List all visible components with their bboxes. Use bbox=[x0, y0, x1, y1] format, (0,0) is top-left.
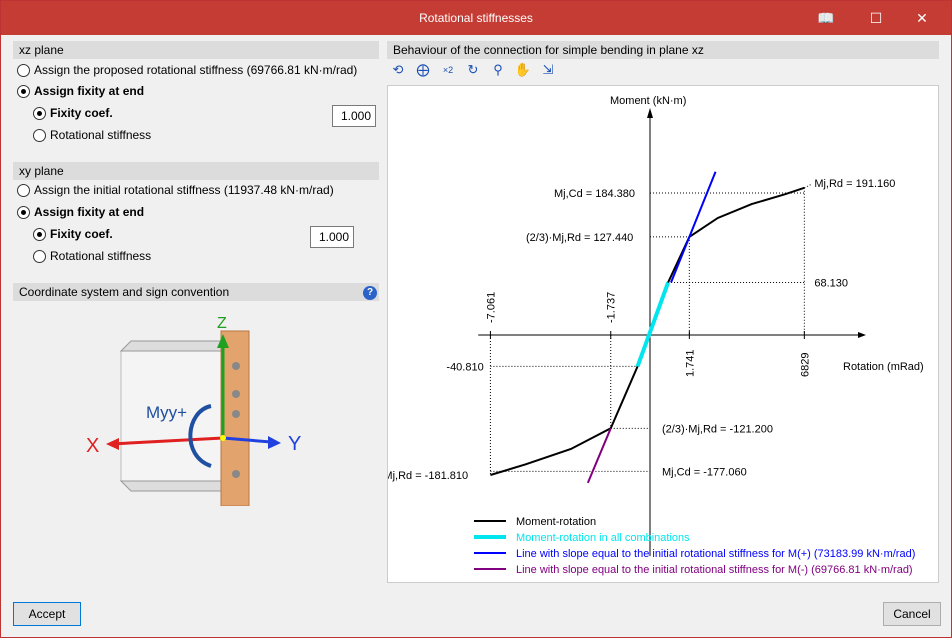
pan-hand-icon[interactable]: ✋ bbox=[514, 61, 532, 79]
coordinate-system-diagram: Z X Y Myy+ bbox=[86, 315, 301, 506]
label-neg-40: -40.810 bbox=[446, 361, 483, 373]
export-icon[interactable]: ⇲ bbox=[539, 61, 557, 79]
xy-fixity-coef-radio[interactable]: Fixity coef. bbox=[33, 227, 113, 241]
accept-button[interactable]: Accept bbox=[13, 602, 81, 626]
radio-icon bbox=[17, 205, 30, 219]
cancel-button[interactable]: Cancel bbox=[883, 602, 941, 626]
radio-icon bbox=[33, 106, 46, 120]
beam-bottom-flange bbox=[119, 480, 238, 492]
legend-label: Line with slope equal to the initial rot… bbox=[516, 548, 915, 560]
y-axis-arrowhead bbox=[647, 108, 653, 118]
label: Assign the initial rotational stiffness … bbox=[34, 183, 334, 197]
label-mjcd-pos: Mj,Cd = 184.380 bbox=[554, 188, 635, 200]
label-68: 68.130 bbox=[814, 278, 848, 290]
zoom-x2-icon[interactable]: ×2 bbox=[439, 61, 457, 79]
y-axis-label: Moment (kN·m) bbox=[610, 95, 686, 107]
label: Assign fixity at end bbox=[34, 84, 145, 98]
moment-rotation-chart: Moment (kN·m) Rotation (mRad) Mj,Cd = 184.… bbox=[383, 85, 939, 583]
radio-icon bbox=[33, 227, 46, 241]
close-button[interactable]: ✕ bbox=[899, 1, 945, 35]
radio-icon bbox=[33, 249, 46, 263]
x-label: X bbox=[86, 435, 99, 457]
zoom-all-icon[interactable]: ⨁ bbox=[414, 61, 432, 79]
label: Rotational stiffness bbox=[50, 249, 152, 263]
legend-label: Moment-rotation in all combinations bbox=[516, 532, 690, 544]
moment-label: Myy+ bbox=[146, 403, 187, 422]
xz-plane-header: xz plane bbox=[13, 41, 379, 59]
radio-icon bbox=[33, 128, 46, 142]
xz-fixity-coef-input[interactable]: 1.000 bbox=[332, 105, 376, 127]
chart-toolbar: ⟲ ⨁ ×2 ↻ ⚲ ✋ ⇲ bbox=[389, 61, 557, 79]
end-plate bbox=[220, 330, 250, 506]
label: Rotational stiffness bbox=[50, 128, 152, 142]
x-tick-label: 1.741 bbox=[684, 349, 696, 377]
label: Assign fixity at end bbox=[34, 205, 145, 219]
legend-label: Line with slope equal to the initial rot… bbox=[516, 564, 913, 576]
label-two-thirds-neg: (2/3)·Mj,Rd = -121.200 bbox=[662, 423, 773, 435]
x-axis-arrowhead bbox=[858, 332, 866, 338]
xz-fixity-coef-radio[interactable]: Fixity coef. bbox=[33, 106, 113, 120]
x-tick-label: -1.737 bbox=[606, 292, 618, 323]
dialog-window: Rotational stiffnesses 📖 ☐ ✕ xz plane As… bbox=[0, 0, 952, 638]
x-tick-label: -7.061 bbox=[485, 292, 497, 323]
label-mjcd-neg: Mj,Cd = -177.060 bbox=[662, 466, 747, 478]
series-line-3 bbox=[586, 427, 612, 484]
help-book-icon[interactable]: 📖 bbox=[803, 1, 849, 35]
label-mjrd-pos: Mj,Rd = 191.160 bbox=[814, 178, 895, 190]
x-axis-label: Rotation (mRad) bbox=[843, 361, 924, 373]
y-label: Y bbox=[288, 433, 301, 455]
rotate-view-icon[interactable]: ⟲ bbox=[389, 61, 407, 79]
coord-system-header: Coordinate system and sign convention bbox=[13, 283, 379, 301]
label-mjrd-neg: Mj,Rd = -181.810 bbox=[388, 470, 468, 482]
radio-icon bbox=[17, 183, 30, 197]
redraw-icon[interactable]: ↻ bbox=[464, 61, 482, 79]
help-icon[interactable]: ? bbox=[363, 286, 377, 300]
label: Fixity coef. bbox=[50, 106, 113, 120]
series-line-2 bbox=[670, 171, 717, 283]
xy-initial-radio[interactable]: Assign the initial rotational stiffness … bbox=[17, 183, 334, 197]
xz-fixity-radio[interactable]: Assign fixity at end bbox=[17, 84, 144, 98]
radio-icon bbox=[17, 63, 30, 77]
maximize-button[interactable]: ☐ bbox=[853, 1, 899, 35]
guide-line bbox=[804, 183, 813, 189]
series-line-1 bbox=[635, 281, 670, 368]
label: Assign the proposed rotational stiffness… bbox=[34, 63, 358, 77]
xy-fixity-radio[interactable]: Assign fixity at end bbox=[17, 205, 144, 219]
xy-rot-stiffness-radio[interactable]: Rotational stiffness bbox=[33, 249, 151, 263]
label-two-thirds-pos: (2/3)·Mj,Rd = 127.440 bbox=[526, 232, 633, 244]
xz-proposed-radio[interactable]: Assign the proposed rotational stiffness… bbox=[17, 63, 357, 77]
legend-label: Moment-rotation bbox=[516, 516, 596, 528]
zoom-window-icon[interactable]: ⚲ bbox=[489, 61, 507, 79]
xy-fixity-coef-input[interactable]: 1.000 bbox=[310, 226, 354, 248]
xz-rot-stiffness-radio[interactable]: Rotational stiffness bbox=[33, 128, 151, 142]
window-title: Rotational stiffnesses bbox=[419, 11, 533, 25]
label: Fixity coef. bbox=[50, 227, 113, 241]
chart-header: Behaviour of the connection for simple b… bbox=[387, 41, 939, 59]
title-bar: Rotational stiffnesses 📖 ☐ ✕ bbox=[1, 1, 951, 35]
radio-icon bbox=[17, 84, 30, 98]
z-label: Z bbox=[217, 315, 227, 332]
x-tick-label: 6829 bbox=[799, 353, 811, 377]
xy-plane-header: xy plane bbox=[13, 162, 379, 180]
